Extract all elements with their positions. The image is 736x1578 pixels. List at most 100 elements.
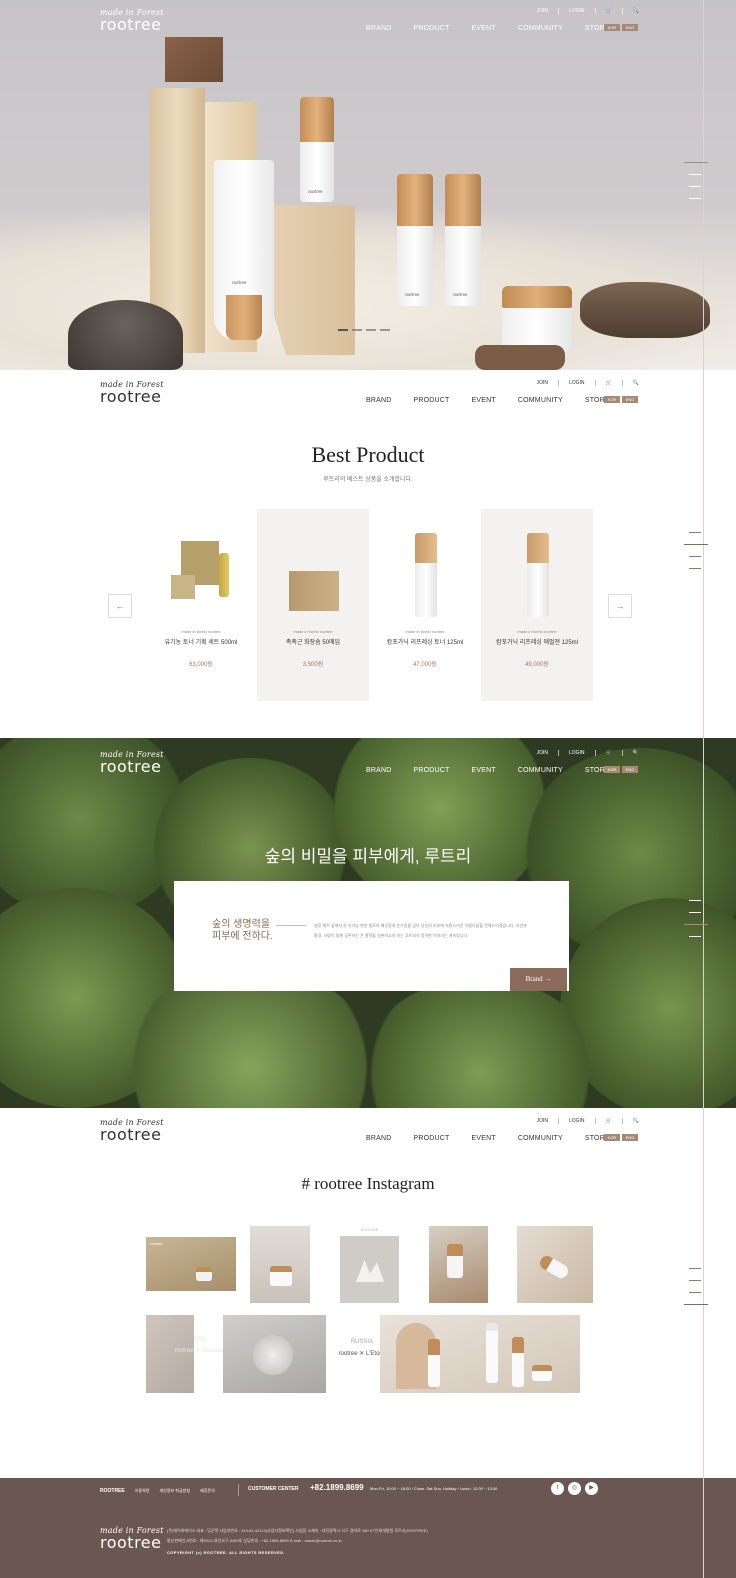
site-header: made in Forest rootree JOIN LOGIN 🛒 🔍 BR…	[0, 1110, 703, 1170]
join-link[interactable]: JOIN	[537, 380, 548, 386]
next-arrow-button[interactable]: →	[608, 594, 632, 618]
indicator-item[interactable]	[689, 568, 701, 569]
indicator-active[interactable]	[684, 1304, 708, 1305]
nav-product[interactable]: PRODUCT	[414, 397, 450, 404]
login-link[interactable]: LOGIN	[569, 1118, 585, 1124]
indicator-item[interactable]	[689, 1268, 701, 1269]
footer-link-privacy[interactable]: 개인정보 취급방침	[159, 1488, 190, 1494]
join-link[interactable]: JOIN	[537, 750, 548, 756]
indicator-item[interactable]	[689, 936, 701, 937]
product-card[interactable]: made in forest rootree 캄포가닉 리프레싱 토너 125m…	[369, 509, 481, 701]
nav-community[interactable]: COMMUNITY	[518, 397, 563, 404]
lang-kor-button[interactable]: KOR	[604, 396, 620, 403]
footer-link-partnership[interactable]: 제휴문의	[200, 1488, 215, 1494]
search-icon[interactable]: 🔍	[633, 380, 639, 386]
cart-icon[interactable]: 🛒	[606, 750, 612, 756]
logo[interactable]: made in Forest rootree	[100, 380, 164, 405]
instagram-tile[interactable]	[250, 1226, 310, 1303]
lang-eng-button[interactable]: ENG	[622, 396, 638, 403]
nav-event[interactable]: EVENT	[472, 767, 496, 774]
login-link[interactable]: LOGIN	[569, 8, 585, 14]
section-indicator[interactable]	[684, 900, 710, 948]
nav-product[interactable]: PRODUCT	[414, 25, 450, 32]
instagram-tile[interactable]	[223, 1315, 326, 1393]
nav-brand[interactable]: BRAND	[366, 1135, 392, 1142]
lang-eng-button[interactable]: ENG	[622, 24, 638, 31]
search-icon[interactable]: 🔍	[633, 1118, 639, 1124]
indicator-item[interactable]	[689, 900, 701, 901]
nav-brand[interactable]: BRAND	[366, 25, 392, 32]
section-indicator[interactable]	[684, 532, 710, 580]
search-icon[interactable]: 🔍	[633, 750, 639, 756]
cart-icon[interactable]: 🛒	[606, 8, 612, 14]
section-indicator[interactable]	[684, 162, 710, 210]
nav-brand[interactable]: BRAND	[366, 397, 392, 404]
product-card[interactable]: made in forest rootree 유기농 토너 기획 세트 500m…	[145, 509, 257, 701]
footer-link-rootree[interactable]: ROOTREE	[100, 1488, 125, 1494]
indicator-active[interactable]	[684, 544, 708, 545]
logo[interactable]: made in Forest rootree	[100, 750, 164, 775]
product-maker: made in forest rootree	[517, 629, 557, 634]
login-link[interactable]: LOGIN	[569, 380, 585, 386]
instagram-tile[interactable]	[429, 1226, 488, 1303]
brand-heading-line: 숲의 생명력을	[212, 919, 270, 930]
product-card[interactable]: made in forest rootree 캄포가닉 리프레싱 에멀젼 125…	[481, 509, 593, 701]
search-icon[interactable]: 🔍	[633, 8, 639, 14]
indicator-item[interactable]	[689, 532, 701, 533]
instagram-tile[interactable]: rootree	[146, 1237, 236, 1291]
slide-dot[interactable]	[352, 329, 362, 331]
prev-arrow-button[interactable]: ←	[108, 594, 132, 618]
nav-community[interactable]: COMMUNITY	[518, 25, 563, 32]
indicator-item[interactable]	[689, 1292, 701, 1293]
product-card[interactable]: made in forest rootree 촉촉근 화장솜 50매입 3,50…	[257, 509, 369, 701]
indicator-active[interactable]	[684, 162, 708, 163]
nav-product[interactable]: PRODUCT	[414, 767, 450, 774]
product-name: 캄포가닉 리프레싱 토너 125ml	[386, 640, 464, 646]
indicator-active[interactable]	[684, 924, 708, 925]
lang-eng-button[interactable]: ENG	[622, 766, 638, 773]
indicator-item[interactable]	[689, 1280, 701, 1281]
main-nav: BRAND PRODUCT EVENT COMMUNITY STORE	[366, 1135, 632, 1142]
indicator-item[interactable]	[689, 912, 701, 913]
join-link[interactable]: JOIN	[537, 8, 548, 14]
indicator-item[interactable]	[689, 556, 701, 557]
slide-dot[interactable]	[338, 329, 348, 331]
cart-icon[interactable]: 🛒	[606, 380, 612, 386]
nav-community[interactable]: COMMUNITY	[518, 767, 563, 774]
slider-pagination[interactable]	[338, 329, 390, 331]
page: rootree rootree rootree rootree made in …	[0, 0, 736, 1578]
slide-dot[interactable]	[366, 329, 376, 331]
footer-logo[interactable]: made in Forest rootree	[100, 1526, 164, 1551]
join-link[interactable]: JOIN	[537, 1118, 548, 1124]
nav-event[interactable]: EVENT	[472, 397, 496, 404]
footer-link-terms[interactable]: 이용약관	[135, 1488, 150, 1494]
logo[interactable]: made in Forest rootree	[100, 1118, 164, 1143]
facebook-icon[interactable]: f	[551, 1482, 564, 1495]
indicator-item[interactable]	[689, 186, 701, 187]
lang-eng-button[interactable]: ENG	[622, 1134, 638, 1141]
youtube-icon[interactable]: ▶	[585, 1482, 598, 1495]
indicator-item[interactable]	[689, 174, 701, 175]
brand-button[interactable]: Brand →	[510, 968, 567, 991]
nav-community[interactable]: COMMUNITY	[518, 1135, 563, 1142]
instagram-tile[interactable]	[380, 1315, 580, 1393]
lang-kor-button[interactable]: KOR	[604, 1134, 620, 1141]
instagram-icon[interactable]: ◎	[568, 1482, 581, 1495]
lang-kor-button[interactable]: KOR	[604, 24, 620, 31]
logo[interactable]: made in Forest rootree	[100, 8, 164, 33]
cart-icon[interactable]: 🛒	[606, 1118, 612, 1124]
nav-event[interactable]: EVENT	[472, 25, 496, 32]
nav-event[interactable]: EVENT	[472, 1135, 496, 1142]
nav-brand[interactable]: BRAND	[366, 767, 392, 774]
lang-kor-button[interactable]: KOR	[604, 766, 620, 773]
nav-product[interactable]: PRODUCT	[414, 1135, 450, 1142]
slide-dot[interactable]	[380, 329, 390, 331]
site-header: made in Forest rootree JOIN LOGIN 🛒 🔍 BR…	[0, 742, 703, 802]
instagram-tile[interactable]	[146, 1315, 194, 1393]
indicator-item[interactable]	[689, 198, 701, 199]
instagram-tile[interactable]	[340, 1236, 399, 1303]
section-indicator[interactable]	[684, 1268, 710, 1316]
login-link[interactable]: LOGIN	[569, 750, 585, 756]
company-info: (주)에이피에이스 대표 : 당군택 사업자번호 : 314-81-42113(…	[167, 1526, 428, 1546]
instagram-tile[interactable]	[517, 1226, 593, 1303]
